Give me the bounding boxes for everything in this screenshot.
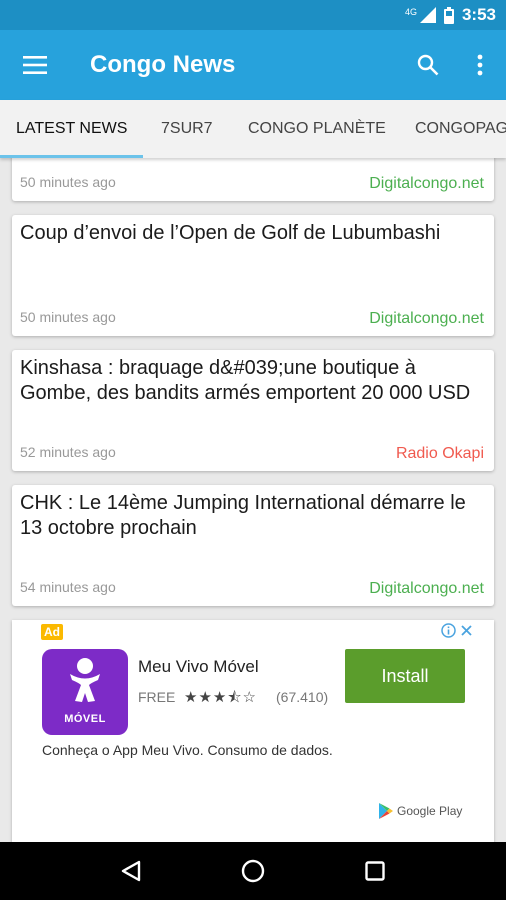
rating-count: (67.410)	[276, 689, 329, 705]
battery-icon	[443, 6, 454, 24]
news-list[interactable]: 50 minutes ago Digitalcongo.net Coup d’e…	[0, 158, 506, 842]
clock: 3:53	[461, 5, 496, 24]
ad-app-icon[interactable]: MÓVEL	[42, 649, 128, 735]
search-icon	[417, 54, 439, 76]
system-nav-bar	[0, 842, 506, 900]
ad-app-brand: MÓVEL	[64, 713, 106, 725]
home-icon	[241, 859, 265, 883]
article-source: Digitalcongo.net	[369, 175, 484, 192]
star-rating-icon: ★★★⯪☆	[184, 689, 257, 706]
menu-button[interactable]	[0, 30, 70, 100]
home-button[interactable]	[223, 842, 283, 900]
close-icon[interactable]	[459, 623, 474, 638]
ad-card[interactable]: Ad MÓVEL Meu Vivo Móvel FREE ★★★⯪☆ (67.4…	[12, 620, 494, 842]
status-bar: 4G 3:53	[0, 0, 506, 30]
recents-icon	[365, 861, 385, 881]
tab-latest-news[interactable]: LATEST NEWS	[0, 100, 143, 158]
recents-button[interactable]	[345, 842, 405, 900]
google-play-label: Google Play	[397, 804, 463, 818]
menu-icon	[23, 56, 47, 74]
tab-congo-planete[interactable]: CONGO PLANÈTE	[228, 100, 398, 158]
ad-price: FREE	[138, 689, 176, 705]
tab-7sur7[interactable]: 7SUR7	[143, 100, 228, 158]
article-source: Digitalcongo.net	[369, 310, 484, 327]
article-time: 52 minutes ago	[20, 444, 116, 460]
article-time: 50 minutes ago	[20, 174, 116, 190]
ad-app-name[interactable]: Meu Vivo Móvel	[138, 657, 259, 677]
news-card[interactable]: Kinshasa : braquage d&#039;une boutique …	[12, 350, 494, 471]
news-card[interactable]: 50 minutes ago Digitalcongo.net	[12, 158, 494, 201]
back-icon	[121, 860, 141, 882]
network-type: 4G	[404, 7, 417, 17]
article-title: Kinshasa : braquage d&#039;une boutique …	[20, 357, 471, 404]
search-button[interactable]	[402, 30, 454, 100]
article-time: 54 minutes ago	[20, 579, 116, 595]
app-title: Congo News	[90, 51, 236, 78]
news-card[interactable]: CHK : Le 14ème Jumping International dém…	[12, 485, 494, 606]
ad-choices[interactable]	[441, 623, 474, 638]
google-play-badge: Google Play	[379, 803, 462, 819]
tab-bar: LATEST NEWS 7SUR7 CONGO PLANÈTE CONGOPAG…	[0, 100, 506, 158]
article-time: 50 minutes ago	[20, 309, 116, 325]
install-button[interactable]: Install	[345, 649, 465, 703]
overflow-menu-button[interactable]	[454, 30, 506, 100]
article-title: CHK : Le 14ème Jumping International dém…	[20, 492, 466, 539]
google-play-icon	[379, 803, 393, 819]
article-title: Coup d’envoi de l’Open de Golf de Lubumb…	[20, 222, 441, 244]
ad-badge: Ad	[41, 624, 63, 640]
news-card[interactable]: Coup d’envoi de l’Open de Golf de Lubumb…	[12, 215, 494, 336]
more-vert-icon	[477, 54, 483, 76]
vivo-logo-icon	[70, 658, 100, 702]
app-bar: Congo News	[0, 30, 506, 100]
ad-description: Conheça o App Meu Vivo. Consumo de dados…	[42, 742, 333, 758]
tab-congopage[interactable]: CONGOPAGE	[398, 100, 506, 158]
article-source: Digitalcongo.net	[369, 580, 484, 597]
article-source: Radio Okapi	[395, 445, 484, 462]
back-button[interactable]	[101, 842, 161, 900]
info-icon[interactable]	[441, 623, 456, 638]
signal-icon: 4G	[405, 7, 436, 23]
